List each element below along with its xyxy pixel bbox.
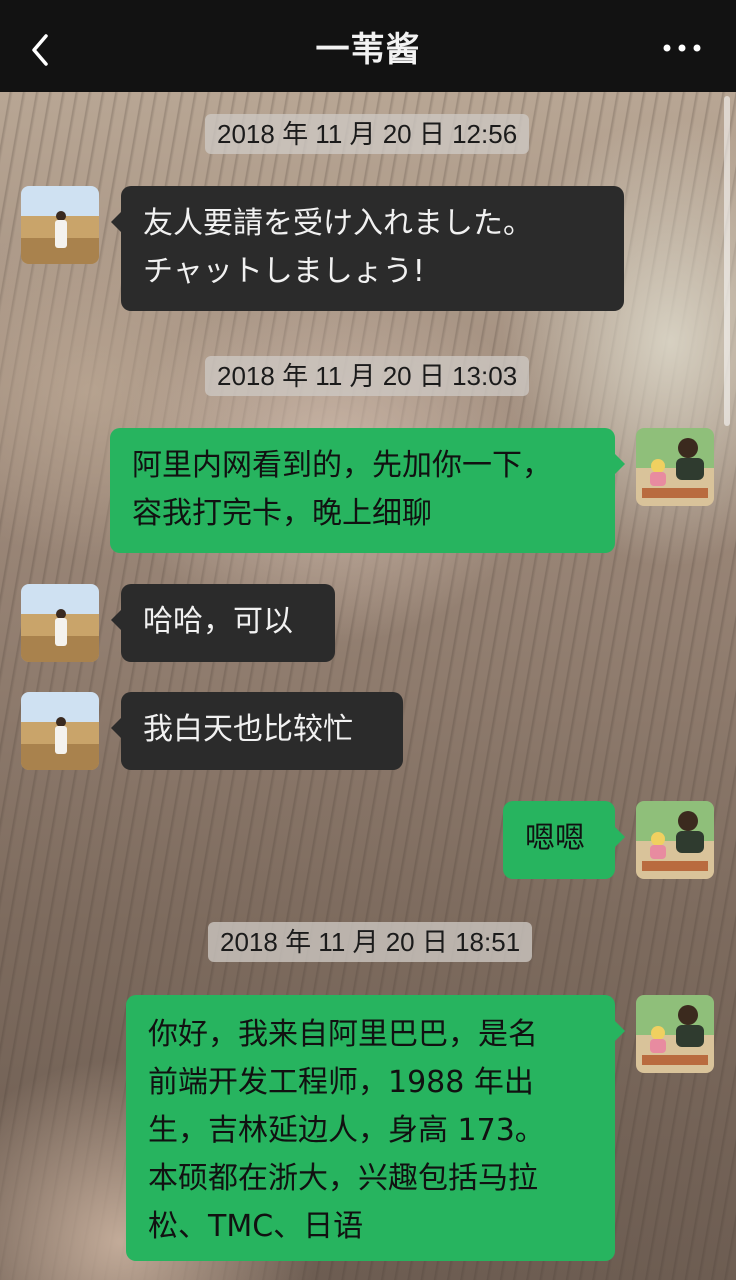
message-text-line: 友人要請を受け入れました。 xyxy=(143,206,533,241)
contact-avatar-image xyxy=(21,584,99,662)
message-bubble-incoming[interactable]: 哈哈，可以 xyxy=(111,584,335,662)
contact-avatar[interactable] xyxy=(21,186,99,264)
my-avatar-image xyxy=(636,801,714,879)
message-text-line: 我白天也比较忙 xyxy=(143,712,353,747)
scrollbar[interactable] xyxy=(724,96,730,426)
message-text-line: 本硕都在浙大，兴趣包括马拉 xyxy=(148,1161,538,1196)
message-bubble-outgoing[interactable]: 阿里内网看到的，先加你一下， 容我打完卡，晚上细聊 xyxy=(110,428,625,553)
back-button[interactable] xyxy=(26,30,56,70)
my-avatar[interactable] xyxy=(636,801,714,879)
contact-avatar[interactable] xyxy=(21,692,99,770)
message-text-line: 松、TMC、日语 xyxy=(148,1209,364,1244)
my-avatar[interactable] xyxy=(636,428,714,506)
message-text-line: 阿里内网看到的，先加你一下， xyxy=(132,448,552,483)
timestamp: 2018 年 11 月 20 日 13:03 xyxy=(205,356,530,396)
my-avatar-image xyxy=(636,428,714,506)
message-bubble-incoming[interactable]: 我白天也比较忙 xyxy=(111,692,403,770)
message-bubble-outgoing[interactable]: 你好，我来自阿里巴巴，是名 前端开发工程师，1988 年出 生，吉林延边人，身高… xyxy=(126,995,625,1261)
message-text-line: チャットしましょう! xyxy=(143,254,425,289)
message-text-line: 生，吉林延边人，身高 173。 xyxy=(148,1113,545,1148)
more-button[interactable] xyxy=(662,36,702,60)
contact-avatar-image xyxy=(21,692,99,770)
message-bubble-incoming[interactable]: 友人要請を受け入れました。 チャットしましょう! xyxy=(111,186,624,311)
chat-title: 一苇酱 xyxy=(315,29,421,70)
message-text-line: 容我打完卡，晚上细聊 xyxy=(132,496,432,531)
top-navbar: 一苇酱 xyxy=(0,0,736,92)
timestamp: 2018 年 11 月 20 日 18:51 xyxy=(208,922,533,962)
contact-avatar-image xyxy=(21,186,99,264)
contact-avatar[interactable] xyxy=(21,584,99,662)
timestamp: 2018 年 11 月 20 日 12:56 xyxy=(205,114,530,154)
message-text-line: 你好，我来自阿里巴巴，是名 xyxy=(148,1017,538,1052)
my-avatar[interactable] xyxy=(636,995,714,1073)
message-text-line: 哈哈，可以 xyxy=(143,604,293,639)
chevron-left-icon xyxy=(32,34,48,66)
message-text-line: 前端开发工程师，1988 年出 xyxy=(148,1065,534,1100)
message-text-line: 嗯嗯 xyxy=(525,821,585,856)
message-bubble-outgoing[interactable]: 嗯嗯 xyxy=(503,801,625,879)
more-dots-icon xyxy=(663,44,701,52)
my-avatar-image xyxy=(636,995,714,1073)
